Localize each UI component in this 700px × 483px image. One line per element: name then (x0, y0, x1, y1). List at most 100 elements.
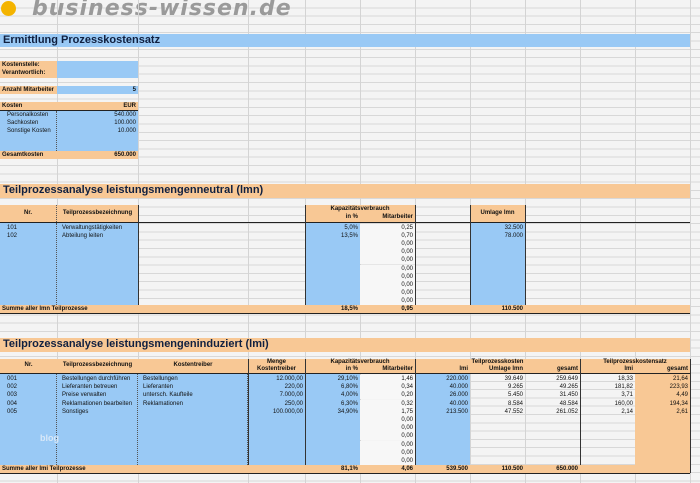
lmi-row-ma[interactable]: 0,00 (360, 432, 415, 441)
lmi-row-ma[interactable]: 0,00 (360, 448, 415, 457)
lmn-row-ma[interactable]: 0,00 (360, 240, 415, 249)
lmi-row-gesamt: 48.584 (559, 400, 578, 407)
lmi-row-inp[interactable]: 6,80% (305, 383, 360, 391)
lmn-row-ma[interactable]: 0,00 (360, 280, 415, 289)
lmn-row-ma[interactable]: 0,00 (360, 256, 415, 265)
lmi-header-inp: in % (345, 366, 358, 372)
lmi-row-ma[interactable]: 0,32 (360, 399, 415, 408)
lmi-row-lmi[interactable]: 213.500 (415, 408, 470, 416)
lmi-sum-label: Summe aller lmi Teilprozesse (2, 466, 86, 472)
kosten-item-value[interactable]: 540.000 (57, 111, 138, 119)
lmi-row-ma[interactable]: 0,00 (360, 440, 415, 449)
border-line (0, 473, 690, 474)
mitarbeiter-input[interactable]: 5 (57, 86, 138, 94)
lmi-row-s-gesamt: 2,61 (676, 408, 688, 415)
lmn-header-ma: Mitarbeiter (360, 213, 415, 222)
lmi-row-gesamt: 49.265 (559, 384, 578, 391)
lmn-row-bez[interactable]: Verwaltungstätigkeiten (60, 224, 138, 232)
lmi-row-bez[interactable]: Sonstiges (60, 408, 138, 416)
lmi-row-bez[interactable]: Bestellungen durchführen (60, 375, 138, 383)
kosten-item-value[interactable]: 10.000 (57, 127, 138, 135)
lmi-row-s-gesamt: 4,49 (676, 392, 688, 399)
lmn-row-ma[interactable]: 0,00 (360, 248, 415, 257)
lmi-row-nr[interactable]: 004 (5, 400, 57, 408)
lmn-row-ma[interactable]: 0,25 (360, 224, 415, 232)
lmi-header-ma: Mitarbeiter (382, 366, 413, 372)
lmi-row-gesamt: 261.052 (556, 408, 578, 415)
lmi-section-title: Teilprozessanalyse leistungsmengeninduzi… (0, 338, 690, 352)
lmn-row-ma[interactable]: 0,70 (360, 232, 415, 241)
kosten-item-label: Sachkosten (7, 120, 39, 126)
lmn-sum-label: Summe aller lmn Teilprozesse (2, 306, 88, 312)
lmi-row-ma[interactable]: 1,46 (360, 375, 415, 383)
lmi-sum-inp: 81,1% (340, 466, 358, 472)
lmi-row-s-gesamt: 223,93 (669, 384, 688, 391)
kosten-header: Kosten (0, 102, 57, 110)
lmn-header-umlage: Umlage lmn (470, 205, 525, 222)
lmi-row-nr[interactable]: 001 (5, 375, 57, 383)
lmi-row-ma[interactable]: 0,00 (360, 424, 415, 433)
lmi-row-nr[interactable]: 005 (5, 408, 57, 416)
kosten-item-label: Sonstige Kosten (7, 128, 51, 134)
lmn-row-inp[interactable]: 13,5% (305, 232, 360, 240)
lmi-row-menge[interactable]: 12.000,00 (248, 375, 305, 383)
border-line (305, 359, 306, 473)
currency-header: EUR (57, 102, 138, 110)
lmi-row-kt[interactable]: Bestellungen (141, 375, 248, 383)
lmi-row-inp[interactable]: 6,30% (305, 400, 360, 408)
lmi-row-kt[interactable]: Reklamationen (141, 400, 248, 408)
gesamtkosten-value: 650.000 (57, 151, 138, 159)
lmi-sum-gesamt: 650.000 (556, 466, 578, 472)
lmn-row-bez[interactable]: Abteilung leiten (60, 232, 138, 240)
lmi-header-menge-2: Kostentreiber (256, 366, 296, 372)
lmn-row-ma[interactable]: 0,00 (360, 288, 415, 297)
verantwortlich-label: Verantwortlich: (2, 70, 46, 76)
border-line (0, 313, 690, 314)
border-line (525, 205, 526, 305)
logo: business-wissen.de (32, 0, 292, 21)
lmn-row-umlage[interactable]: 78.000 (470, 232, 525, 240)
kosten-item-label: Personalkosten (7, 112, 49, 118)
lmi-row-ma[interactable]: 0,20 (360, 391, 415, 400)
lmn-row-inp[interactable]: 5,0% (305, 224, 360, 232)
lmi-row-ma[interactable]: 0,00 (360, 457, 415, 465)
lmi-row-lmi[interactable]: 40.000 (415, 400, 470, 408)
lmi-row-menge[interactable]: 7.000,00 (248, 391, 305, 399)
lmi-row-lmi[interactable]: 40.000 (415, 383, 470, 391)
border-line (248, 359, 249, 473)
lmi-row-s-gesamt: 194,34 (669, 400, 688, 407)
lmn-row-umlage[interactable]: 32.500 (470, 224, 525, 232)
lmi-row-ma[interactable]: 0,00 (360, 416, 415, 424)
lmn-row-ma[interactable]: 0,00 (360, 272, 415, 281)
lmi-row-ma[interactable]: 1,75 (360, 407, 415, 416)
lmi-row-nr[interactable]: 002 (5, 383, 57, 391)
lmi-row-menge[interactable]: 100.000,00 (248, 408, 305, 416)
lmi-row-kt[interactable]: Lieferanten (141, 383, 248, 391)
lmi-header-gesamt: gesamt (556, 366, 578, 372)
lmi-row-lmi[interactable]: 26.000 (415, 391, 470, 399)
lmn-row-ma[interactable]: 0,00 (360, 264, 415, 273)
lmi-row-inp[interactable]: 4,00% (305, 391, 360, 399)
lmi-row-bez[interactable]: Preise verwalten (60, 391, 138, 399)
lmi-row-ma[interactable]: 0,34 (360, 383, 415, 392)
lmi-row-bez[interactable]: Lieferanten betreuen (60, 383, 138, 391)
lmi-header-bez: Teilprozessbezeichnung (62, 362, 133, 368)
lmi-row-inp[interactable]: 34,90% (305, 408, 360, 416)
verantwortlich-input[interactable] (57, 69, 138, 78)
lmi-sum-ma: 4,06 (401, 466, 413, 472)
lmi-row-lmi[interactable]: 220.000 (415, 375, 470, 383)
lmi-row-menge[interactable]: 250,00 (248, 400, 305, 408)
lmi-row-menge[interactable]: 220,00 (248, 383, 305, 391)
border-line (470, 205, 471, 305)
lmi-row-inp[interactable]: 29,10% (305, 375, 360, 383)
lmi-row-nr[interactable]: 003 (5, 391, 57, 399)
lmn-row-nr[interactable]: 102 (5, 232, 57, 240)
kosten-item-value[interactable]: 100.000 (57, 119, 138, 127)
kostenstelle-input[interactable] (57, 61, 138, 69)
lmi-row-s-lmi: 2,14 (621, 408, 633, 415)
border-line (305, 205, 306, 305)
lmn-row-ma[interactable]: 0,00 (360, 296, 415, 305)
lmi-row-bez[interactable]: Reklamationen bearbeiten (60, 400, 138, 408)
lmn-row-nr[interactable]: 101 (5, 224, 57, 232)
lmi-row-kt[interactable]: untersch. Kaufteile (141, 391, 248, 399)
